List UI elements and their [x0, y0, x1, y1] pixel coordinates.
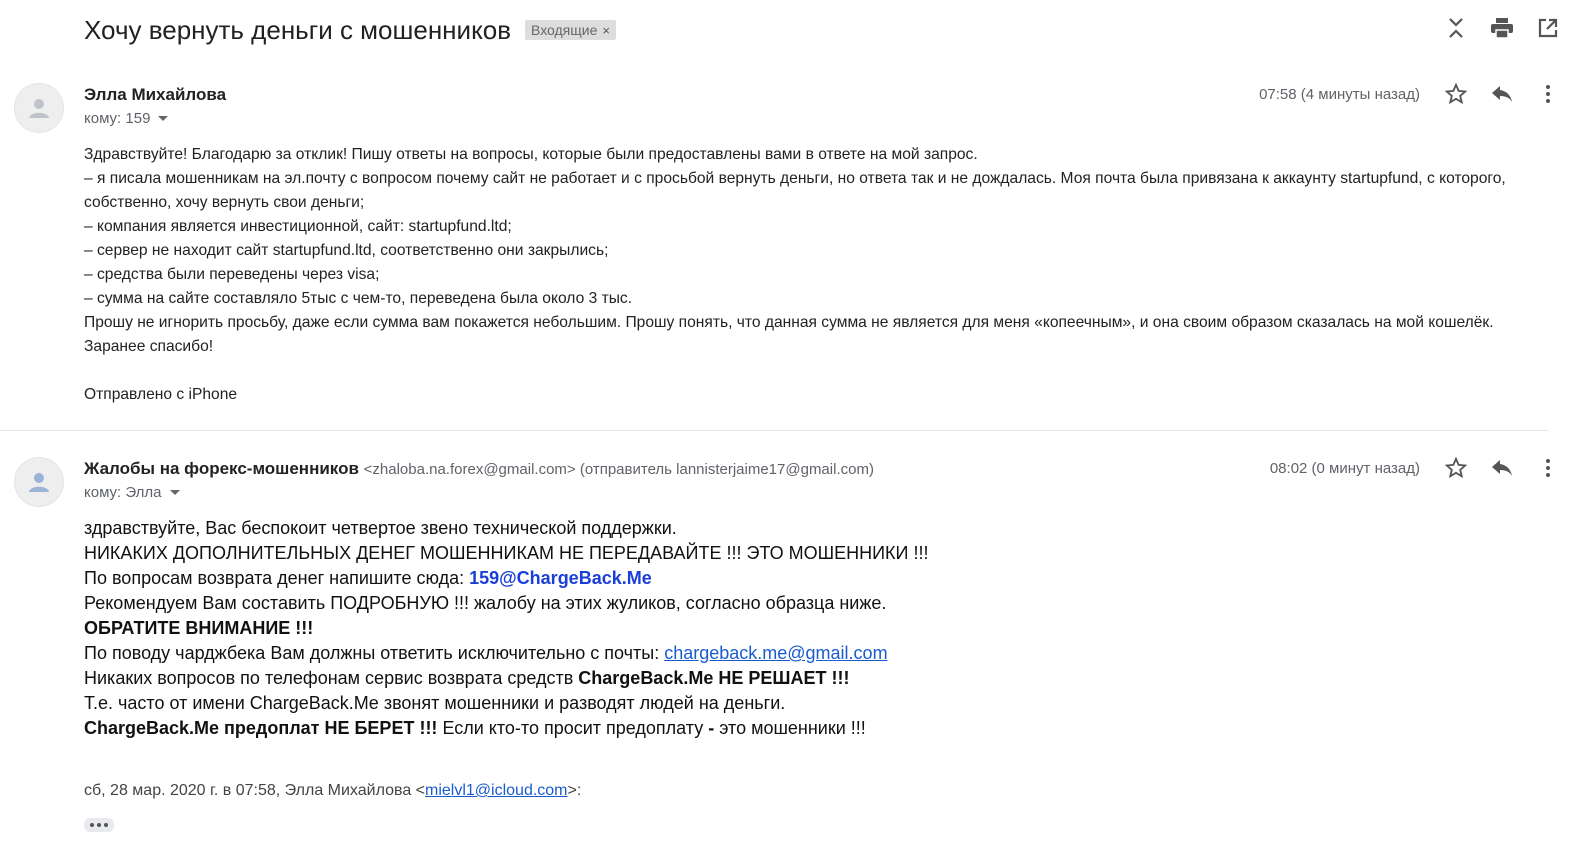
- show-trimmed-content-button[interactable]: [84, 818, 114, 832]
- message-meta: 08:02 (0 минут назад): [1270, 456, 1560, 480]
- body-line: Никаких вопросов по телефонам сервис воз…: [84, 666, 1484, 691]
- body-line: Заранее спасибо!: [84, 338, 214, 355]
- body-line: – сервер не находит сайт startupfund.ltd…: [84, 242, 609, 259]
- sender-email: <zhaloba.na.forex@gmail.com> (отправител…: [363, 461, 874, 478]
- message-body: здравствуйте, Вас беспокоит четвертое зв…: [84, 516, 1484, 741]
- body-text: По вопросам возврата денег напишите сюда…: [84, 568, 470, 588]
- message-time: 07:58 (4 минуты назад): [1259, 85, 1420, 103]
- body-line: Рекомендуем Вам составить ПОДРОБНУЮ !!! …: [84, 593, 887, 613]
- body-text: Никаких вопросов по телефонам сервис воз…: [84, 668, 579, 688]
- subject-row: Хочу вернуть деньги с мошенников Входящи…: [84, 10, 616, 50]
- reply-icon[interactable]: [1490, 456, 1514, 480]
- star-icon[interactable]: [1444, 456, 1468, 480]
- body-bold: ChargeBack.Me предоплат НЕ БЕРЕТ !!!: [84, 718, 438, 738]
- quote-suffix: >:: [567, 782, 582, 799]
- recipient-text: кому: 159: [84, 110, 151, 127]
- sender-name[interactable]: Элла Михайлова: [84, 85, 226, 104]
- open-in-new-window-icon[interactable]: [1536, 16, 1560, 40]
- print-icon[interactable]: [1490, 16, 1514, 40]
- person-icon: [29, 473, 49, 492]
- star-icon[interactable]: [1444, 82, 1468, 106]
- body-line: – сумма на сайте составляло 5тыс с чем-т…: [84, 290, 633, 307]
- reply-icon[interactable]: [1490, 82, 1514, 106]
- body-line: – я писала мошенникам на эл.почту с вопр…: [84, 170, 1506, 211]
- body-bold: ChargeBack.Me НЕ РЕШАЕТ !!!: [578, 668, 850, 688]
- message-recipient: кому: 159: [84, 110, 169, 127]
- body-line: ChargeBack.Me предоплат НЕ БЕРЕТ !!! Есл…: [84, 716, 1484, 741]
- more-vert-icon[interactable]: [1536, 456, 1560, 480]
- message-time: 08:02 (0 минут назад): [1269, 459, 1420, 477]
- body-line: – средства были переведены через visa;: [84, 266, 380, 283]
- ellipsis-dot: [104, 823, 108, 827]
- email-subject: Хочу вернуть деньги с мошенников: [84, 14, 512, 45]
- sender-avatar[interactable]: [14, 457, 64, 507]
- message-recipient: кому: Элла: [84, 484, 180, 501]
- sender-avatar[interactable]: [14, 83, 64, 133]
- quote-prefix: сб, 28 мар. 2020 г. в 07:58, Элла Михайл…: [84, 782, 425, 799]
- contact-email: 159@ChargeBack.Me: [469, 568, 652, 588]
- sender-name[interactable]: Жалобы на форекс-мошенников: [84, 459, 359, 478]
- label-chip-inbox[interactable]: Входящие ×: [525, 20, 616, 40]
- message-sender: Элла Михайлова: [84, 85, 226, 105]
- person-icon: [29, 99, 49, 118]
- body-line: НИКАКИХ ДОПОЛНИТЕЛЬНЫХ ДЕНЕГ МОШЕННИКАМ …: [84, 543, 929, 563]
- message-meta: 07:58 (4 минуты назад): [1259, 82, 1560, 106]
- recipient-text: кому: Элла: [84, 484, 162, 501]
- signature: Отправлено с iPhone: [84, 386, 238, 403]
- message-sender: Жалобы на форекс-мошенников <zhaloba.na.…: [84, 459, 874, 479]
- body-text: Если кто-то просит предоплату: [437, 718, 709, 738]
- body-text: По поводу чарджбека Вам должны ответить …: [84, 643, 665, 663]
- body-line: Прошу не игнорить просьбу, даже если сум…: [84, 314, 1494, 331]
- body-line: – компания является инвестиционной, сайт…: [84, 218, 512, 235]
- collapse-all-icon[interactable]: [1444, 16, 1468, 40]
- quoted-header: сб, 28 мар. 2020 г. в 07:58, Элла Михайл…: [84, 782, 581, 800]
- ellipsis-icon: [90, 823, 94, 827]
- message-body: Здравствуйте! Благодарю за отклик! Пишу …: [84, 143, 1554, 407]
- body-line: ОБРАТИТЕ ВНИМАНИЕ !!!: [84, 618, 314, 638]
- message-divider: [0, 430, 1548, 431]
- body-line: Т.е. часто от имени ChargeBack.Me звонят…: [84, 693, 786, 713]
- body-text: это мошенники !!!: [714, 718, 866, 738]
- chevron-down-icon[interactable]: [169, 490, 180, 495]
- body-line: [84, 359, 1554, 383]
- remove-label-icon[interactable]: ×: [602, 23, 610, 38]
- thread-toolbar: [1444, 16, 1560, 40]
- body-line: По поводу чарджбека Вам должны ответить …: [84, 641, 1484, 666]
- email-link[interactable]: chargeback.me@gmail.com: [664, 643, 887, 663]
- quote-email-link[interactable]: mielvl1@icloud.com: [425, 782, 568, 799]
- chevron-down-icon[interactable]: [158, 116, 169, 121]
- body-line: здравствуйте, Вас беспокоит четвертое зв…: [84, 518, 677, 538]
- body-line: По вопросам возврата денег напишите сюда…: [84, 566, 1484, 591]
- body-line: Здравствуйте! Благодарю за отклик! Пишу …: [84, 146, 978, 163]
- label-chip-text: Входящие: [531, 22, 598, 38]
- more-vert-icon[interactable]: [1536, 82, 1560, 106]
- ellipsis-dot: [97, 823, 101, 827]
